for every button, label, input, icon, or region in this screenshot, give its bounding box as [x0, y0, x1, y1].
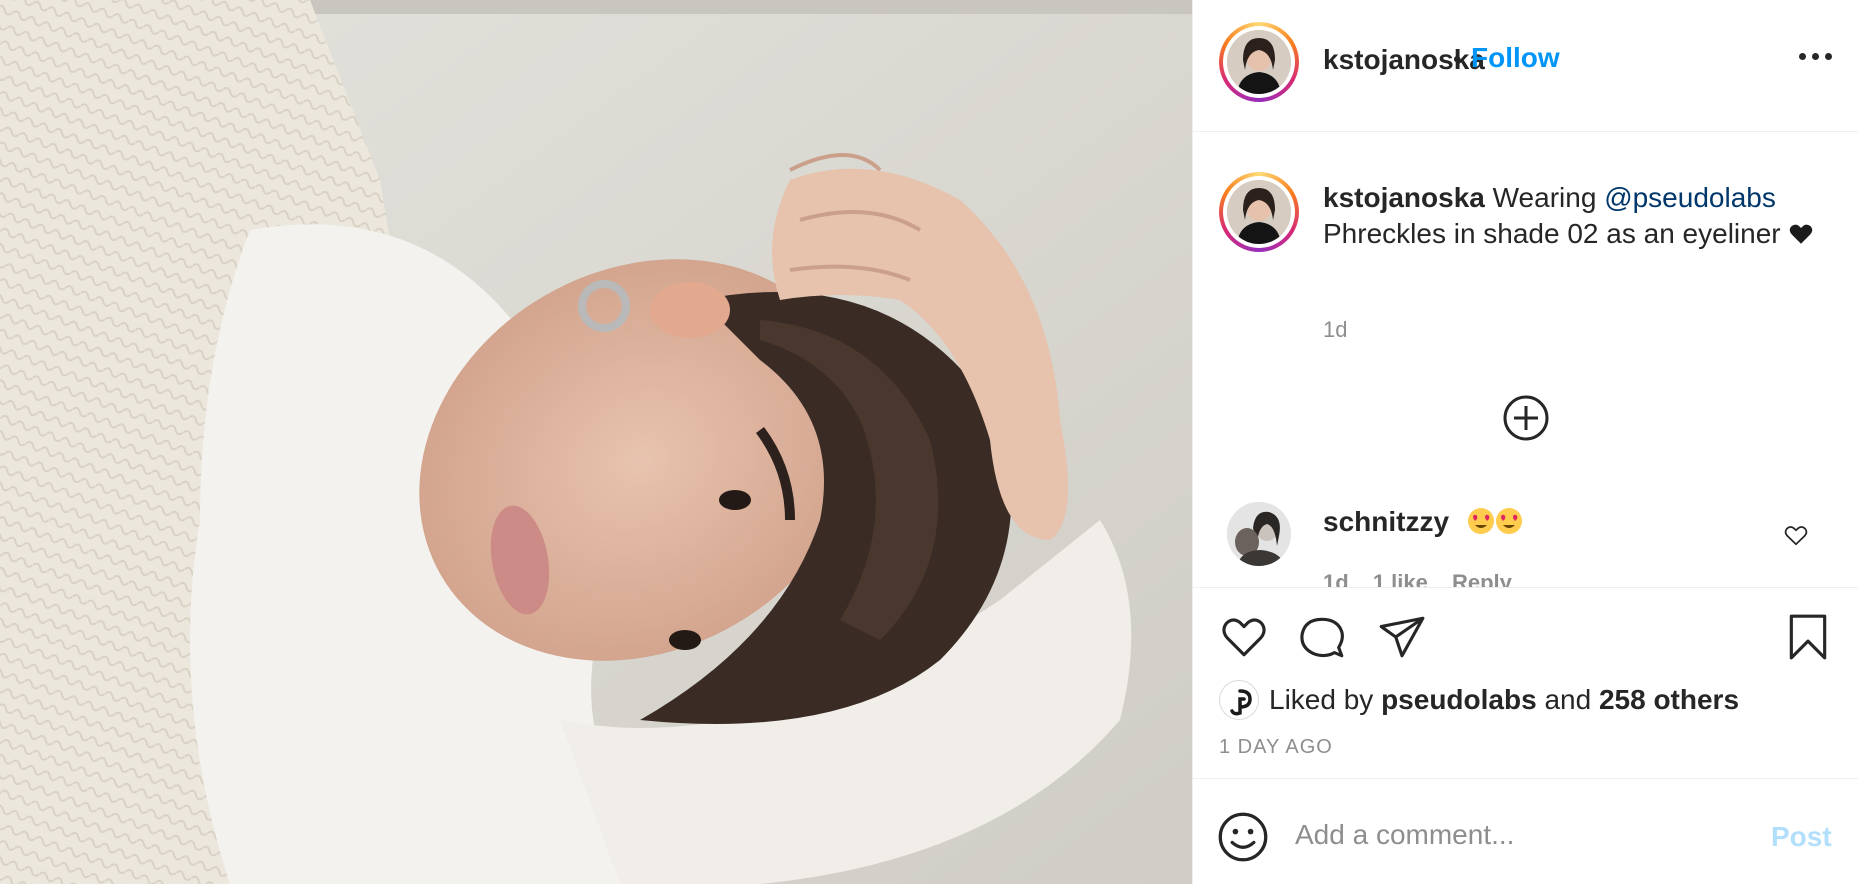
post-photo[interactable] [0, 0, 1192, 884]
comment-username[interactable]: schnitzzy [1323, 506, 1449, 538]
caption-username[interactable]: kstojanoska [1323, 182, 1485, 213]
liker-username[interactable]: pseudolabs [1381, 684, 1537, 715]
caption-avatar-image [1227, 180, 1291, 244]
like-heart-icon[interactable] [1219, 612, 1269, 662]
post-comment-button[interactable]: Post [1771, 821, 1832, 853]
likes-prefix: Liked by [1269, 684, 1382, 715]
pseudolabs-logo-icon [1230, 689, 1252, 716]
load-more-comments-icon[interactable] [1502, 394, 1550, 442]
comment-avatar-image [1227, 502, 1291, 566]
post-actions: Liked by pseudolabs and 258 others 1 day… [1193, 587, 1858, 779]
caption-time[interactable]: 1d [1323, 317, 1347, 343]
comment-likes-count[interactable]: 1 like [1373, 570, 1428, 587]
comment-time[interactable]: 1d [1323, 570, 1349, 587]
post-photo-image [0, 0, 1192, 884]
post-timestamp[interactable]: 1 day ago [1219, 736, 1333, 759]
post-view: kstojanoska • Follow kstojanoska Wearing… [0, 0, 1858, 884]
emoji-smiley-icon[interactable] [1217, 811, 1269, 863]
comment-input[interactable] [1295, 807, 1755, 863]
comments-list[interactable]: kstojanoska Wearing @pseudolabs Phreckle… [1193, 132, 1858, 587]
share-paper-plane-icon[interactable] [1377, 612, 1427, 662]
likes-summary: Liked by pseudolabs and 258 others [1219, 678, 1739, 722]
caption-mention-link[interactable]: @pseudolabs [1604, 182, 1776, 213]
caption-text-after: Phreckles in shade 02 as an eyeliner [1323, 218, 1781, 249]
author-avatar[interactable] [1219, 22, 1299, 102]
post-header: kstojanoska • Follow [1193, 0, 1858, 132]
caption-text-before: Wearing [1484, 182, 1605, 213]
author-avatar-image [1227, 30, 1291, 94]
likes-middle: and [1536, 684, 1599, 715]
comment-icon[interactable] [1297, 612, 1347, 662]
follow-separator: • [1453, 46, 1462, 73]
post-caption: kstojanoska Wearing @pseudolabs Phreckle… [1323, 180, 1823, 252]
liker-avatar[interactable] [1219, 680, 1259, 720]
more-options-icon[interactable] [1799, 50, 1833, 62]
add-comment-bar: Post [1193, 779, 1858, 884]
caption-author-avatar[interactable] [1219, 172, 1299, 252]
comment-avatar[interactable] [1227, 502, 1291, 566]
follow-button[interactable]: Follow [1471, 42, 1560, 74]
black-heart-emoji-icon [1790, 224, 1813, 244]
likes-text: Liked by pseudolabs and 258 others [1269, 684, 1739, 716]
comment-reply-button[interactable]: Reply [1452, 570, 1512, 587]
comment-meta: 1d 1 like Reply [1323, 570, 1530, 587]
post-side-panel: kstojanoska • Follow kstojanoska Wearing… [1192, 0, 1858, 884]
comment-like-heart-icon[interactable] [1783, 522, 1809, 548]
heart-eyes-emoji-icon [1468, 508, 1522, 534]
save-bookmark-icon[interactable] [1783, 612, 1833, 662]
likes-others-link[interactable]: 258 others [1599, 684, 1739, 715]
